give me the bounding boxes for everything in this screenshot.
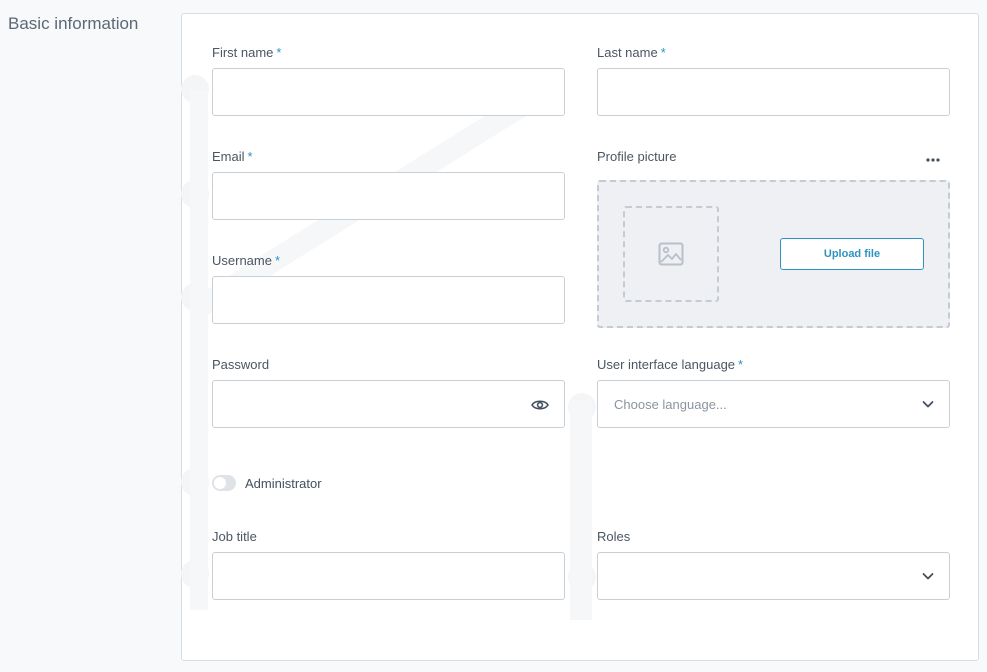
chevron-down-icon [922, 401, 934, 408]
roles-select[interactable] [597, 552, 950, 600]
administrator-toggle[interactable] [212, 475, 236, 491]
decorative-artifact [570, 400, 592, 620]
email-input[interactable] [212, 172, 565, 220]
image-icon [658, 242, 684, 266]
profile-picture-label: Profile picture [597, 149, 677, 164]
last-name-label-text: Last name [597, 45, 658, 60]
required-marker: * [738, 357, 744, 372]
required-marker: * [276, 45, 282, 60]
required-marker: * [247, 149, 253, 164]
last-name-label: Last name * [597, 45, 666, 60]
toggle-knob [214, 477, 226, 489]
decorative-artifact [190, 90, 208, 610]
first-name-input[interactable] [212, 68, 565, 116]
required-marker: * [274, 253, 281, 268]
first-name-label: First name * [212, 45, 281, 60]
section-title: Basic information [8, 14, 139, 33]
first-name-label-text: First name [212, 45, 274, 60]
password-input[interactable] [212, 380, 565, 428]
image-placeholder [623, 206, 719, 302]
username-label-text: Username [212, 253, 272, 268]
ui-language-label-text: User interface language [597, 357, 736, 372]
last-name-input[interactable] [597, 68, 950, 116]
required-marker: * [660, 45, 666, 60]
email-label: Email * [212, 149, 253, 164]
username-input[interactable] [212, 276, 565, 324]
password-label: Password [212, 357, 270, 372]
administrator-label: Administrator [245, 476, 322, 491]
upload-file-button[interactable]: Upload file [780, 238, 924, 270]
ui-language-placeholder: Choose language... [614, 396, 727, 412]
roles-label: Roles [597, 529, 631, 544]
profile-picture-dropzone[interactable]: Upload file [597, 180, 950, 328]
email-label-text: Email [212, 149, 245, 164]
username-label: Username * [212, 253, 280, 268]
job-title-label: Job title [212, 529, 257, 544]
chevron-down-icon [922, 573, 934, 580]
more-dots-icon[interactable] [926, 152, 940, 164]
ui-language-label: User interface language * [597, 357, 743, 372]
ui-language-select[interactable]: Choose language... [597, 380, 950, 428]
job-title-input[interactable] [212, 552, 565, 600]
show-password-eye-icon[interactable] [531, 398, 549, 412]
